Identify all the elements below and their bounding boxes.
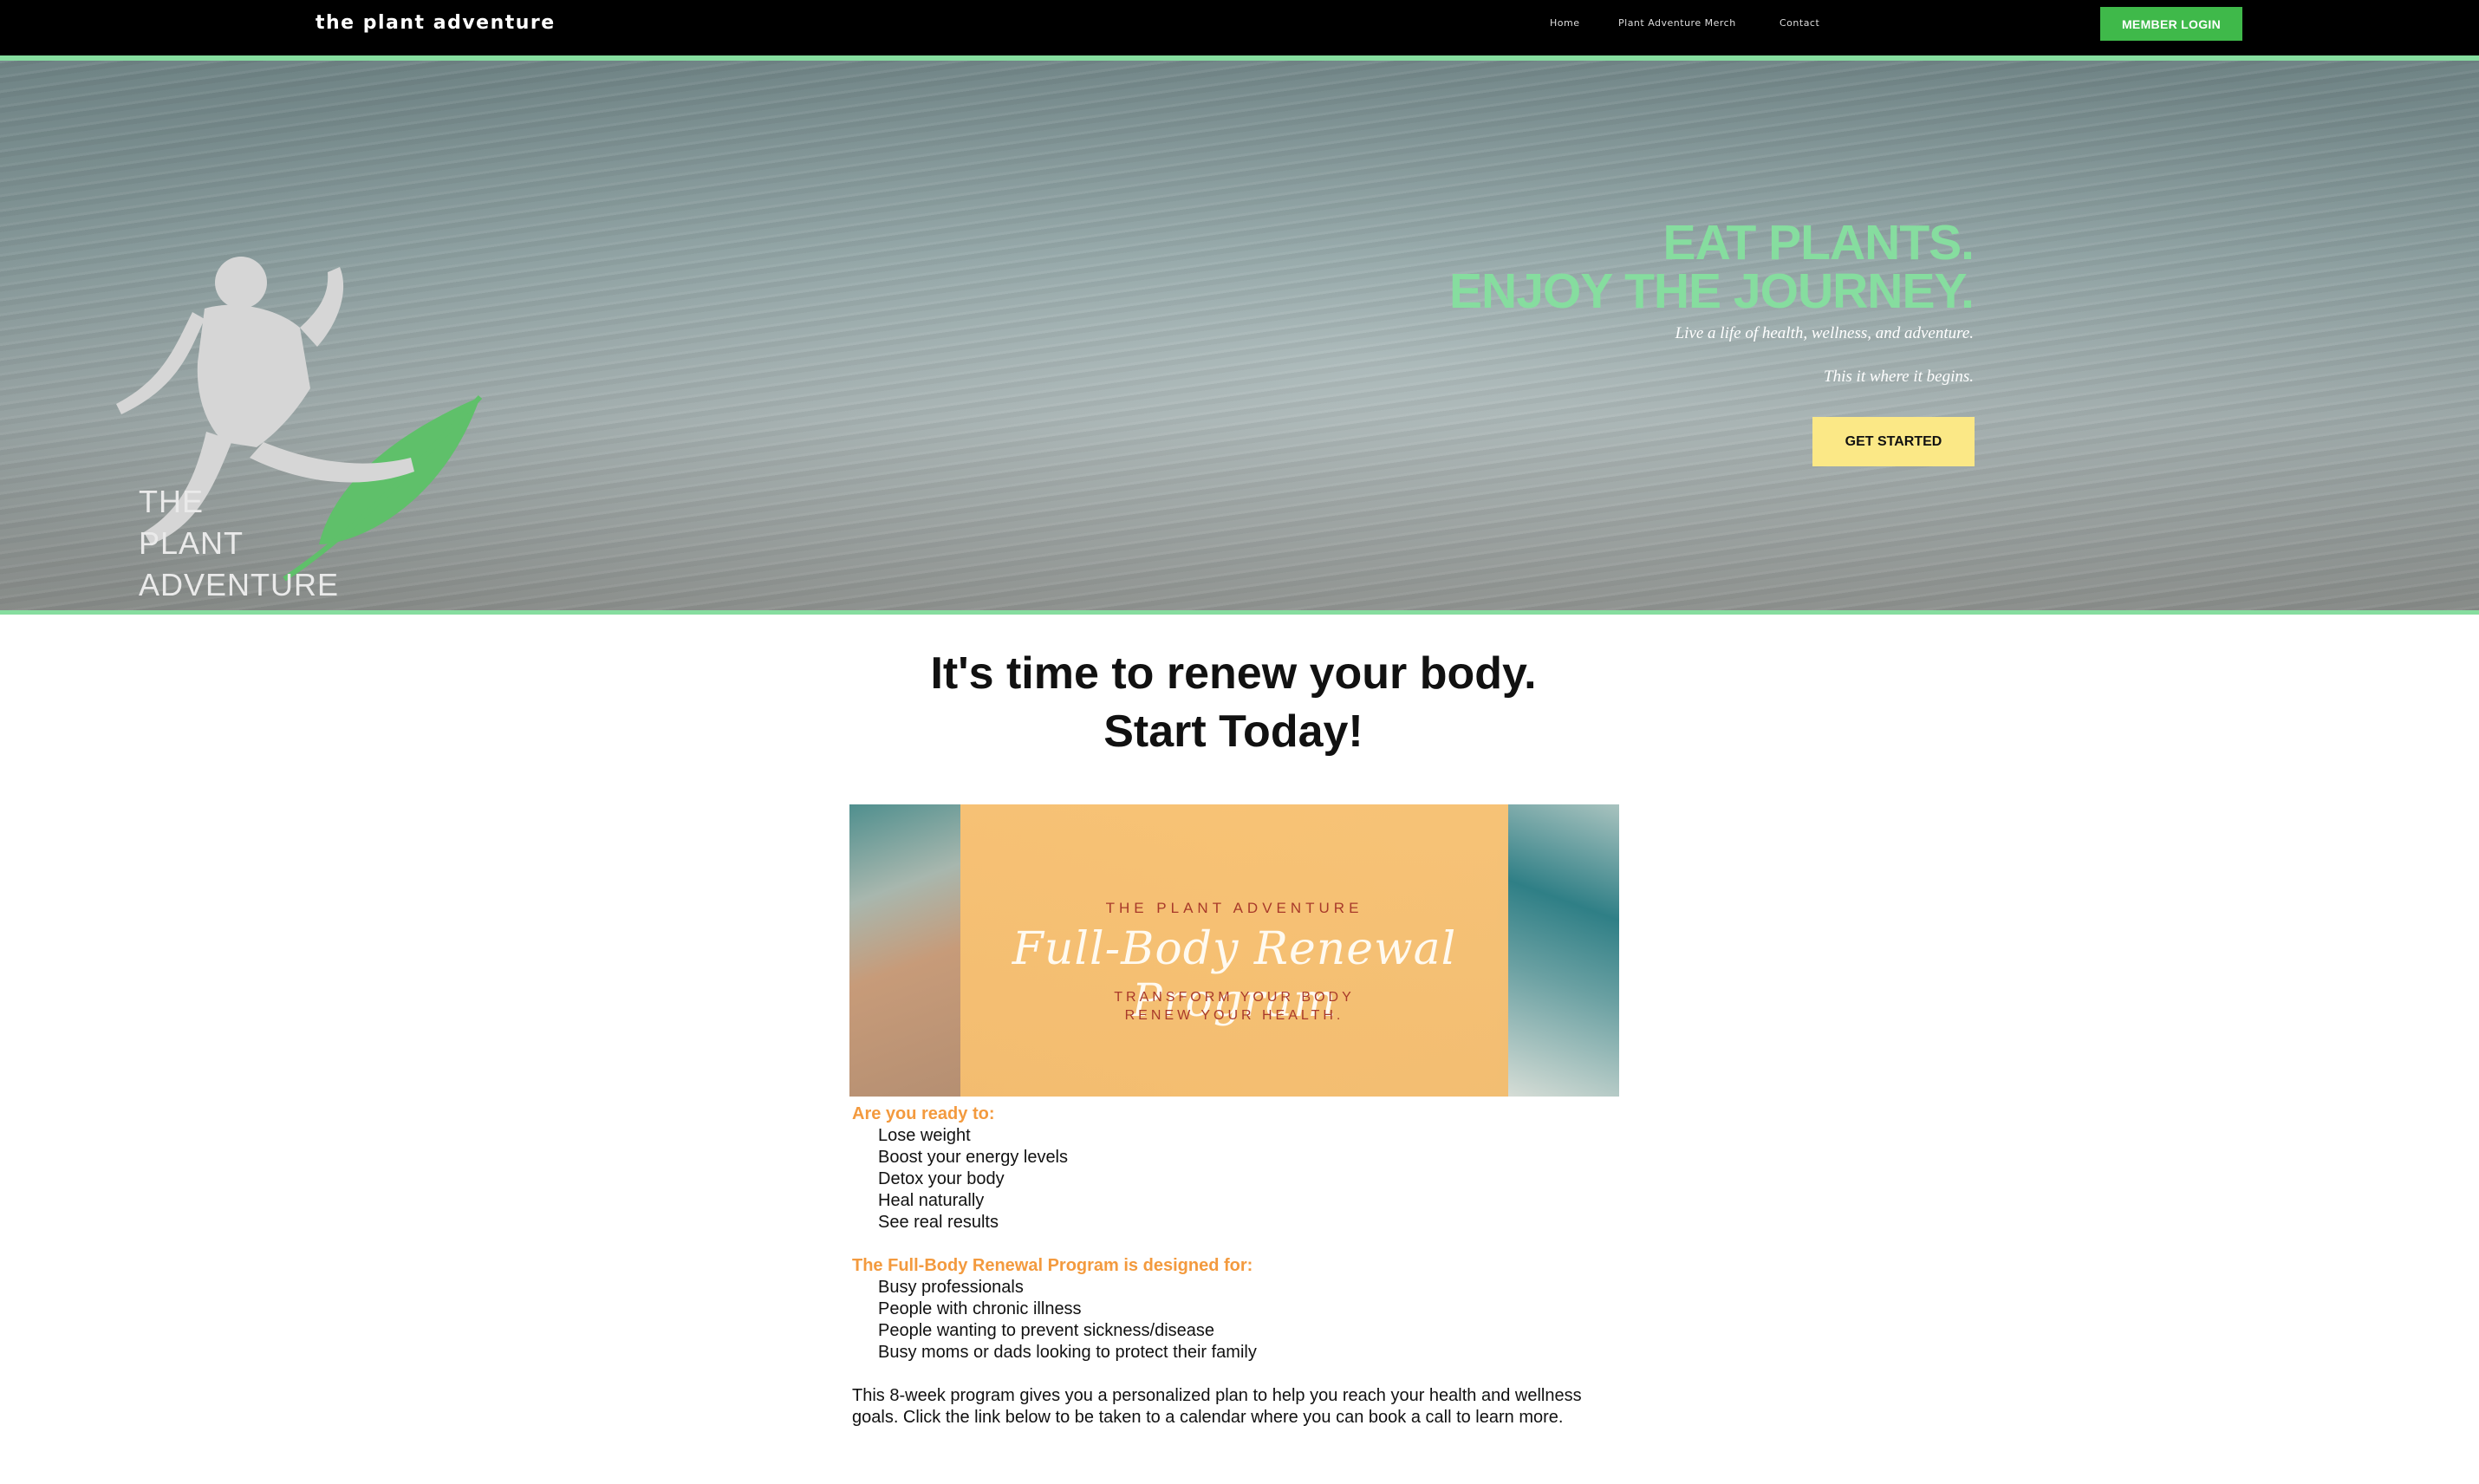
designed-list: Busy professionals People with chronic i…	[852, 1277, 1606, 1364]
logo-text-line: PLANT	[139, 525, 244, 561]
section-title: It's time to renew your body. Start Toda…	[0, 645, 2467, 761]
hero-divider	[0, 610, 2479, 615]
brand-name[interactable]: the plant adventure	[316, 12, 556, 34]
logo-text-line: ADVENTURE	[139, 567, 340, 602]
ready-heading: Are you ready to:	[852, 1104, 995, 1123]
list-item: People wanting to prevent sickness/disea…	[878, 1321, 1215, 1340]
list-item: Boost your energy levels	[878, 1148, 1069, 1167]
hero-headline-1: EAT PLANTS.	[1662, 215, 1975, 270]
list-item: Lose weight	[878, 1126, 971, 1145]
list-item: Heal naturally	[878, 1191, 985, 1210]
ready-block: Are you ready to: Lose weight Boost your…	[852, 1103, 1606, 1233]
designed-for-block: The Full-Body Renewal Program is designe…	[852, 1255, 1606, 1364]
banner-waves-right	[1508, 804, 1619, 1097]
logo-text-line: THE	[139, 484, 204, 519]
designed-heading: The Full-Body Renewal Program is designe…	[852, 1256, 1253, 1275]
hero-headline-2: ENJOY THE JOURNEY.	[1449, 264, 1975, 319]
hero-tagline-2: This it where it begins.	[1824, 368, 1974, 386]
list-item: Busy moms or dads looking to protect the…	[878, 1343, 1257, 1362]
list-item: Busy professionals	[878, 1278, 1024, 1297]
banner-beach-left	[849, 804, 960, 1097]
section-title-line-2: Start Today!	[1103, 706, 1363, 757]
list-item: People with chronic illness	[878, 1299, 1082, 1318]
program-description: This 8-week program gives you a personal…	[852, 1386, 1582, 1427]
banner-subtitle-2: RENEW YOUR HEALTH.	[1124, 1008, 1344, 1023]
banner-title-panel: THE PLANT ADVENTURE Full-Body Renewal Pr…	[960, 804, 1508, 1097]
hero-section: THE PLANT ADVENTURE EAT PLANTS. ENJOY TH…	[0, 61, 2479, 610]
program-banner-image: THE PLANT ADVENTURE Full-Body Renewal Pr…	[849, 804, 1619, 1097]
nav-link-home[interactable]: Home	[1550, 17, 1579, 29]
banner-brand: THE PLANT ADVENTURE	[1105, 900, 1363, 916]
list-item: Detox your body	[878, 1169, 1005, 1188]
banner-subtitle-1: TRANSFORM YOUR BODY	[1114, 990, 1355, 1005]
hero-tagline-1: Live a life of health, wellness, and adv…	[1675, 324, 1974, 342]
ready-list: Lose weight Boost your energy levels Det…	[852, 1125, 1606, 1233]
get-started-button[interactable]: GET STARTED	[1812, 417, 1975, 466]
top-nav-bar: the plant adventure Home Plant Adventure…	[0, 0, 2479, 61]
section-title-line-1: It's time to renew your body.	[930, 648, 1537, 699]
list-item: See real results	[878, 1213, 999, 1232]
member-login-button[interactable]: MEMBER LOGIN	[2100, 7, 2242, 41]
nav-link-contact[interactable]: Contact	[1780, 17, 1819, 29]
nav-link-merch[interactable]: Plant Adventure Merch	[1618, 17, 1736, 29]
